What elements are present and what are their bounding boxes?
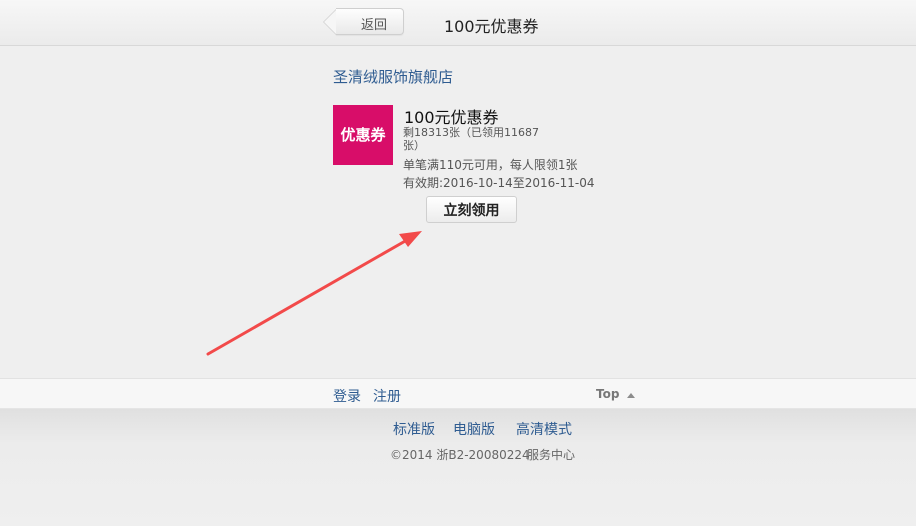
store-link[interactable]: 圣清绒服饰旗舰店 [333,66,453,87]
coupon-rule-text: 单笔满110元可用，每人限领1张 [403,158,578,172]
back-button[interactable]: 返回 [323,8,404,35]
service-center-link[interactable]: 服务中心 [527,446,575,463]
copyright-text: ©2014 浙B2-20080224 [390,448,530,462]
footer-bottom: 标准版 电脑版 高清模式 ©2014 浙B2-20080224 服务中心 [0,409,916,526]
coupon-expiry-text: 有效期:2016-10-14至2016-11-04 [403,176,595,190]
app-header: 返回 100元优惠券 [0,0,916,46]
pc-version-link[interactable]: 电脑版 [453,419,495,439]
footer-top-bar: 登录 注册 Top [0,378,916,409]
back-button-label: 返回 [361,18,388,33]
page-title: 100元优惠券 [444,17,539,36]
login-link[interactable]: 登录 [333,386,361,406]
coupon-title: 100元优惠券 [404,108,499,127]
hd-mode-link[interactable]: 高清模式 [516,419,572,439]
standard-version-link[interactable]: 标准版 [393,419,435,439]
claim-coupon-button[interactable]: 立刻领用 [426,196,517,223]
register-link[interactable]: 注册 [373,386,401,406]
coupon-badge: 优惠券 [333,105,393,165]
caret-up-icon [627,393,635,398]
back-to-top-link[interactable]: Top [596,387,619,401]
coupon-remaining-text: 剩18313张（已领用11687张） [403,126,539,152]
